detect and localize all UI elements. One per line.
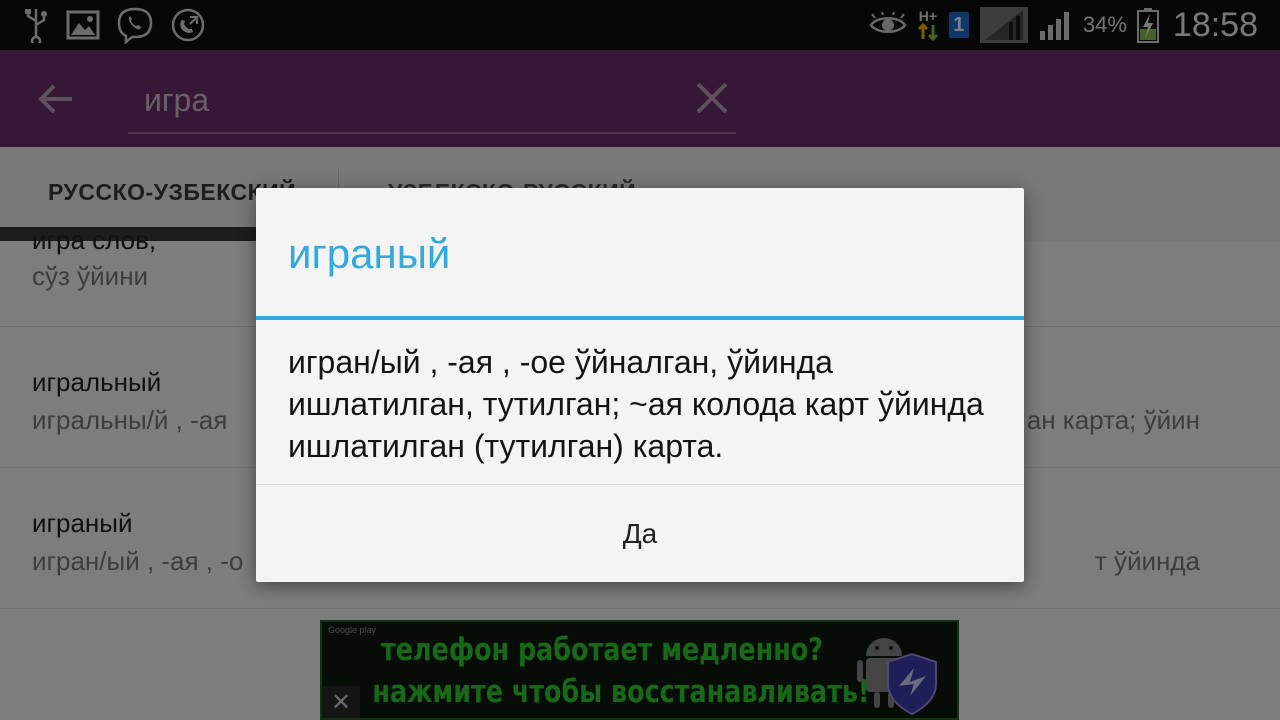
dialog-title: играный: [288, 230, 451, 277]
definition-dialog: играный игран/ый , -ая , -ое ўйналган, ў…: [256, 188, 1024, 582]
dialog-body: игран/ый , -ая , -ое ўйналган, ўйинда иш…: [288, 344, 984, 464]
dialog-title-divider: [256, 316, 1024, 320]
ok-button[interactable]: Да: [256, 485, 1024, 582]
